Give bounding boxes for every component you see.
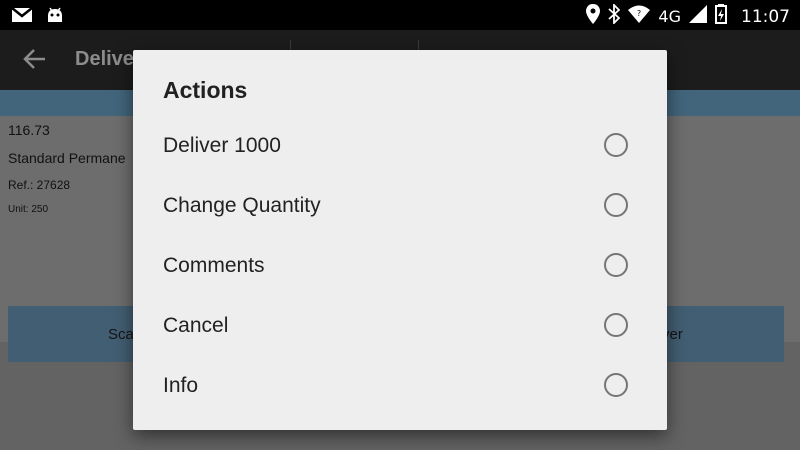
bluetooth-icon <box>608 2 621 29</box>
gmail-icon <box>11 7 33 28</box>
status-left-icons <box>11 6 64 29</box>
option-label: Cancel <box>163 314 229 337</box>
android-icon <box>46 6 64 29</box>
network-type: 4G <box>658 7 681 26</box>
item-ref: Ref.: 27628 <box>8 178 71 192</box>
option-label: Comments <box>163 254 265 277</box>
dialog-title: Actions <box>163 77 248 103</box>
option-comments[interactable]: Comments <box>133 237 667 297</box>
item-name: Standard Permane <box>8 150 126 166</box>
signal-icon <box>689 5 707 28</box>
option-label: Info <box>163 374 199 397</box>
clock: 11:07 <box>741 6 790 27</box>
status-right-icons: ? 4G 11:07 <box>586 2 790 29</box>
app-title: Deliver <box>75 48 142 70</box>
wifi-icon: ? <box>628 5 651 28</box>
radio-button[interactable] <box>604 133 628 157</box>
actions-dialog: Actions Deliver 1000 Change Quantity Com… <box>133 50 667 430</box>
option-change-quantity[interactable]: Change Quantity <box>133 177 667 237</box>
item-unit: Unit: 250 <box>8 204 49 215</box>
option-label: Deliver 1000 <box>163 134 281 157</box>
option-info[interactable]: Info <box>133 357 667 417</box>
location-icon <box>586 4 601 29</box>
radio-button[interactable] <box>604 253 628 277</box>
status-bar: ? 4G 11:07 <box>0 0 800 30</box>
item-value: 116.73 <box>8 122 50 138</box>
option-deliver[interactable]: Deliver 1000 <box>133 117 667 177</box>
radio-button[interactable] <box>604 313 628 337</box>
radio-button[interactable] <box>604 193 628 217</box>
option-cancel[interactable]: Cancel <box>133 297 667 357</box>
radio-button[interactable] <box>604 373 628 397</box>
svg-text:?: ? <box>637 9 641 18</box>
back-arrow-icon[interactable] <box>22 46 48 72</box>
option-label: Change Quantity <box>163 194 321 217</box>
battery-icon <box>715 4 727 29</box>
